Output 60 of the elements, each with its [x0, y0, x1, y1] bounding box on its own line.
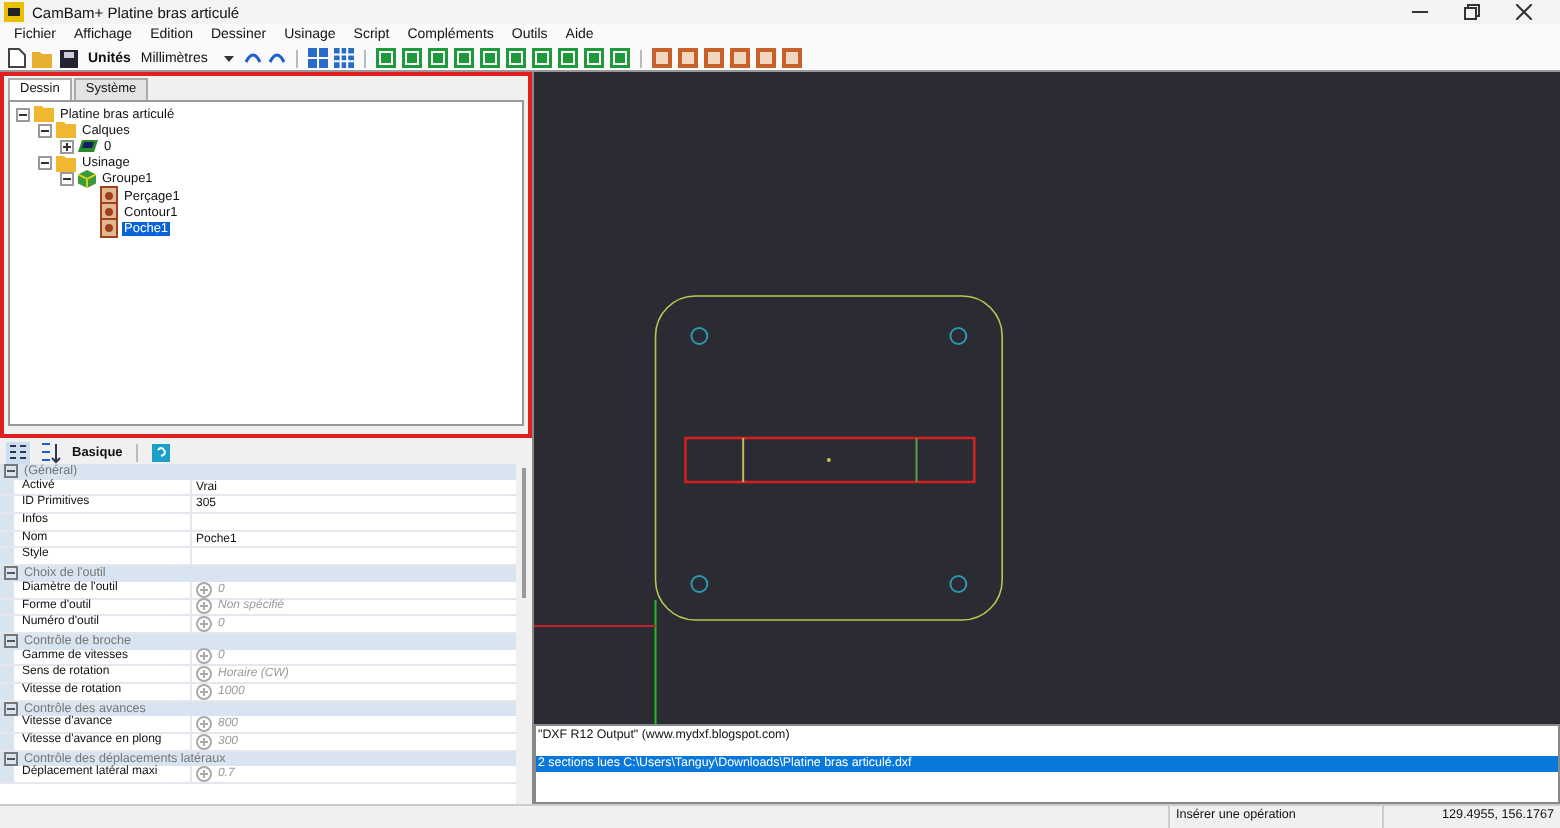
add-icon[interactable]	[196, 733, 212, 750]
undo-icon[interactable]	[243, 52, 262, 64]
app-logo-icon	[4, 2, 24, 22]
grid-icon[interactable]	[307, 48, 328, 68]
machining-tool-icon[interactable]	[703, 48, 724, 68]
scrollbar[interactable]	[516, 464, 532, 804]
collapse-icon[interactable]	[4, 701, 18, 716]
categorized-icon[interactable]	[6, 441, 30, 463]
add-icon[interactable]	[196, 683, 212, 700]
collapse-icon[interactable]	[4, 634, 18, 649]
drawing-tool-icon[interactable]	[427, 48, 448, 68]
machining-tool-icon[interactable]	[677, 48, 698, 68]
add-icon[interactable]	[196, 616, 212, 633]
collapse-icon[interactable]	[38, 123, 52, 138]
hole-circle	[949, 575, 968, 593]
help-icon[interactable]	[152, 443, 171, 461]
hole-circle	[690, 327, 709, 345]
add-icon[interactable]	[196, 581, 212, 598]
drawing-tool-icon[interactable]	[401, 48, 422, 68]
drawing-tool-icon[interactable]	[531, 48, 552, 68]
collapse-icon[interactable]	[4, 566, 18, 581]
add-icon[interactable]	[196, 648, 212, 665]
collapse-icon[interactable]	[38, 156, 52, 171]
hole-circle	[949, 327, 968, 345]
cube-icon	[78, 170, 96, 189]
x-axis	[534, 625, 657, 627]
collapse-icon[interactable]	[16, 107, 30, 122]
drawing-tool-icon[interactable]	[609, 48, 630, 68]
close-icon[interactable]	[1516, 4, 1532, 20]
new-file-icon[interactable]	[8, 48, 26, 68]
layer-icon	[78, 138, 98, 155]
add-icon[interactable]	[196, 766, 212, 783]
drawing-tool-icon[interactable]	[375, 48, 396, 68]
drawing-tool-icon[interactable]	[505, 48, 526, 68]
collapse-icon[interactable]	[4, 752, 18, 767]
expand-icon[interactable]	[60, 139, 74, 154]
operation-icon	[100, 218, 118, 239]
add-icon[interactable]	[196, 716, 212, 733]
drawing-tool-icon[interactable]	[479, 48, 500, 68]
restore-icon[interactable]	[1464, 4, 1480, 20]
caret-icon	[223, 55, 234, 61]
machining-tool-icon[interactable]	[651, 48, 672, 68]
grid-icon[interactable]	[333, 48, 354, 68]
add-icon[interactable]	[196, 666, 212, 683]
machining-tool-icon[interactable]	[729, 48, 750, 68]
collapse-icon[interactable]	[4, 464, 18, 479]
redo-icon[interactable]	[267, 52, 286, 64]
drawing-tool-icon[interactable]	[583, 48, 604, 68]
y-axis	[654, 599, 657, 724]
machining-tool-icon[interactable]	[781, 48, 802, 68]
drawing-tool-icon[interactable]	[453, 48, 474, 68]
save-icon[interactable]	[60, 49, 78, 67]
add-icon[interactable]	[196, 598, 212, 615]
sort-alphabetical-icon[interactable]	[40, 441, 62, 463]
operation-icon	[100, 186, 118, 207]
collapse-icon[interactable]	[60, 172, 74, 187]
machining-tool-icon[interactable]	[755, 48, 776, 68]
hole-circle	[690, 575, 709, 593]
drawing-tool-icon[interactable]	[557, 48, 578, 68]
operation-icon	[100, 202, 118, 223]
